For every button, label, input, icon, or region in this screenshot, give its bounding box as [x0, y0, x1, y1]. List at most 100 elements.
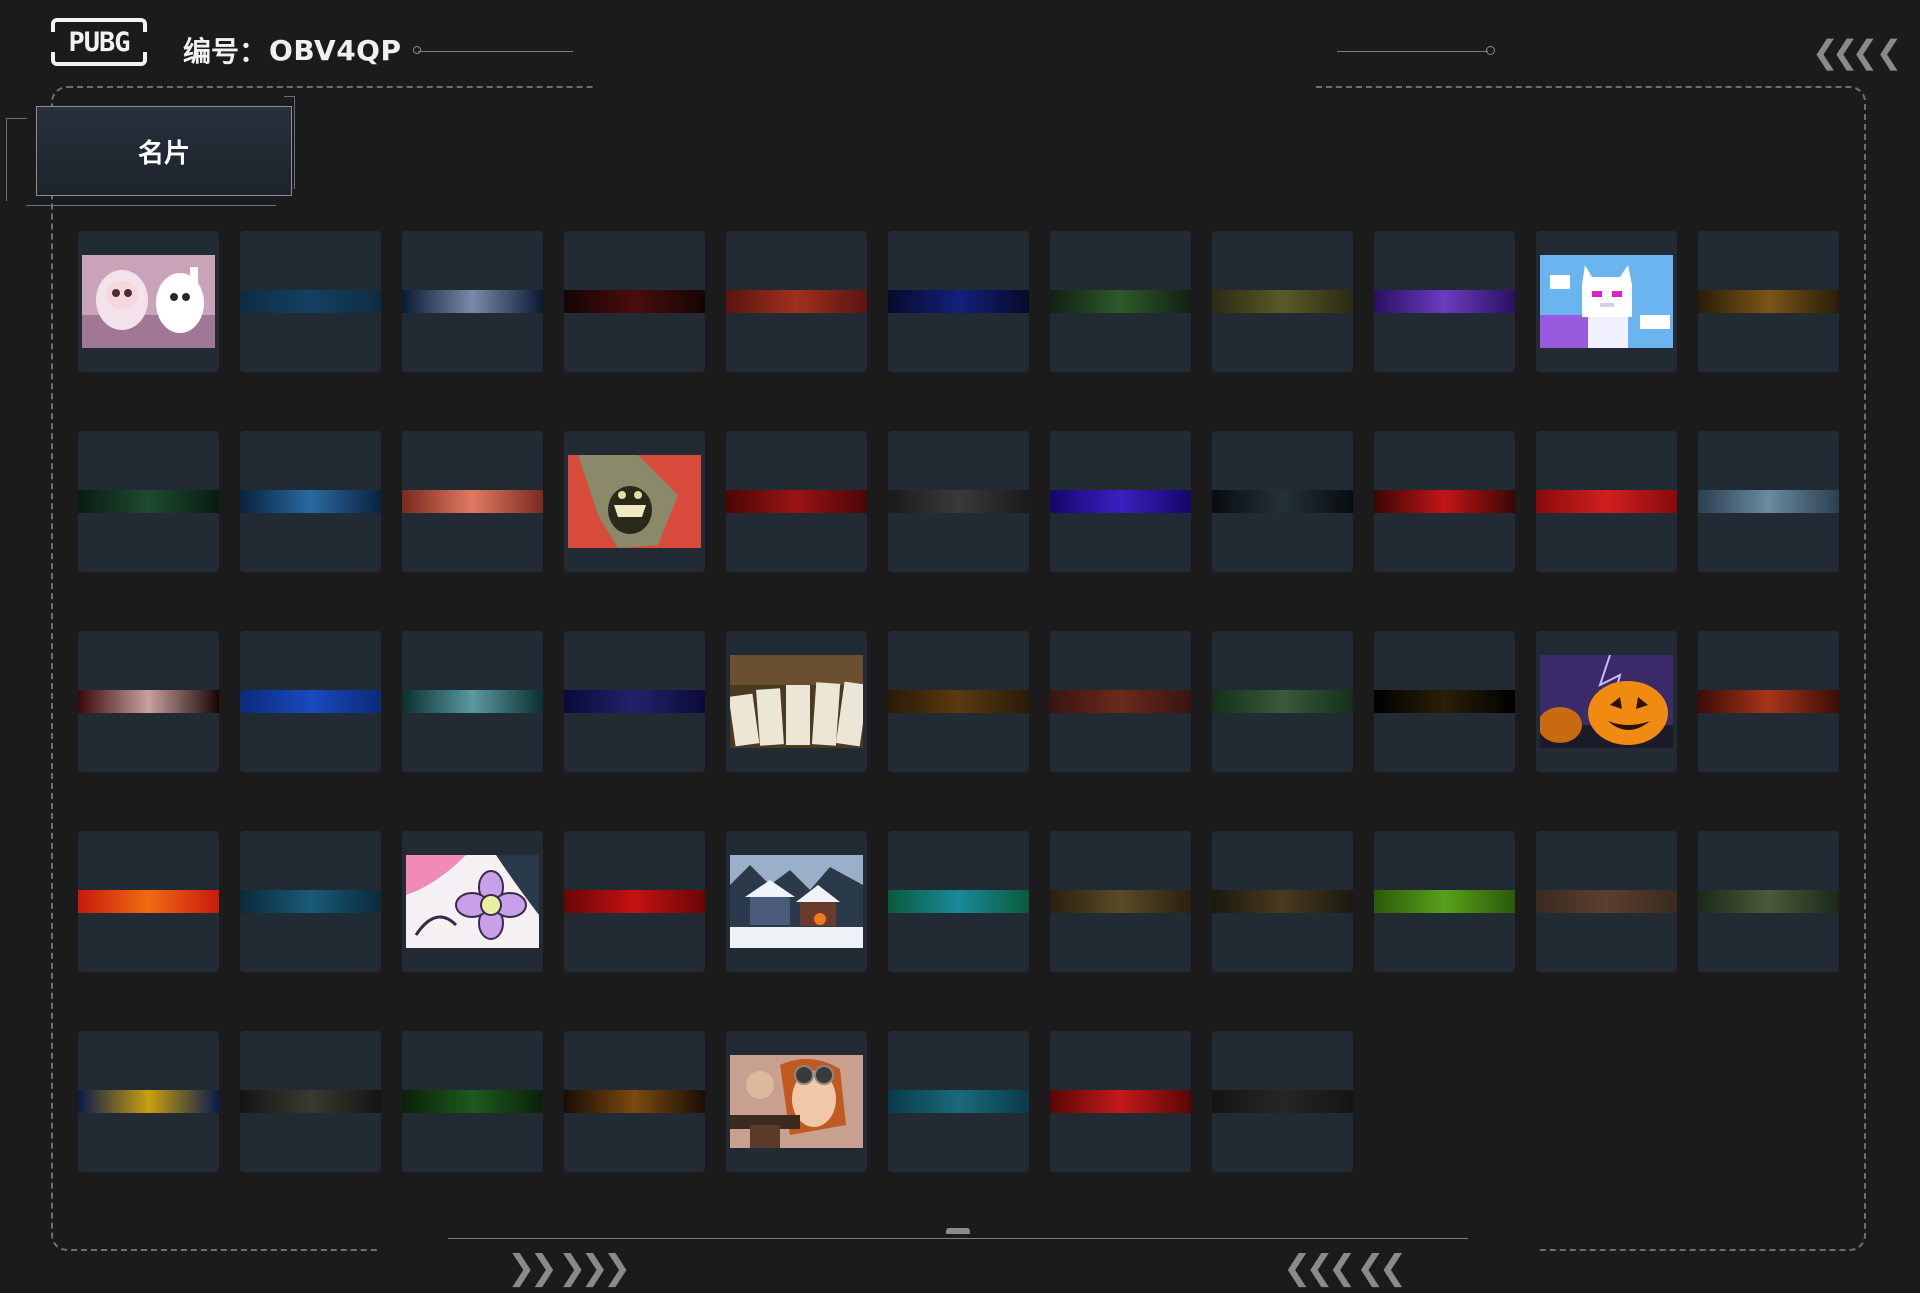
- name-card-item[interactable]: [564, 1031, 705, 1172]
- name-card-item[interactable]: [726, 1031, 867, 1172]
- card-banner-strip: [564, 690, 705, 713]
- card-banner-strip: [240, 690, 381, 713]
- card-banner-strip: [1374, 690, 1515, 713]
- name-card-item[interactable]: [1536, 831, 1677, 972]
- card-banner-strip: [726, 290, 867, 313]
- card-banner-strip: [1374, 490, 1515, 513]
- card-banner-strip: [1050, 890, 1191, 913]
- card-banner-strip: [1050, 290, 1191, 313]
- name-card-item[interactable]: [564, 631, 705, 772]
- card-banner-strip: [564, 890, 705, 913]
- name-card-item[interactable]: [1698, 431, 1839, 572]
- card-banner-strip: [1050, 690, 1191, 713]
- name-card-item[interactable]: [726, 231, 867, 372]
- name-card-item[interactable]: [1212, 631, 1353, 772]
- card-banner-strip: [564, 290, 705, 313]
- card-artwork-snow: [730, 855, 863, 948]
- name-card-item[interactable]: [402, 831, 543, 972]
- name-card-item[interactable]: [402, 431, 543, 572]
- card-banner-strip: [888, 1090, 1029, 1113]
- chevron-left-icon[interactable]: ❮❮❮ ❮❮: [1283, 1248, 1407, 1288]
- card-banner-strip: [402, 290, 543, 313]
- name-card-item[interactable]: [1050, 831, 1191, 972]
- name-card-grid: [78, 231, 1839, 1172]
- card-banner-strip: [888, 290, 1029, 313]
- card-artwork-pilot: [730, 1055, 863, 1148]
- card-banner-strip: [1374, 290, 1515, 313]
- name-card-item[interactable]: [888, 631, 1029, 772]
- name-card-item[interactable]: [78, 631, 219, 772]
- card-artwork-flower: [406, 855, 539, 948]
- card-banner-strip: [1536, 490, 1677, 513]
- card-banner-strip: [402, 690, 543, 713]
- name-card-item[interactable]: [402, 1031, 543, 1172]
- name-card-item[interactable]: [240, 231, 381, 372]
- name-card-item[interactable]: [1212, 1031, 1353, 1172]
- name-card-item[interactable]: [1212, 231, 1353, 372]
- tab-name-card[interactable]: 名片: [36, 106, 292, 196]
- name-card-item[interactable]: [888, 1031, 1029, 1172]
- name-card-item[interactable]: [402, 231, 543, 372]
- name-card-item[interactable]: [78, 231, 219, 372]
- name-card-item[interactable]: [1212, 831, 1353, 972]
- name-card-item[interactable]: [1536, 231, 1677, 372]
- card-banner-strip: [1698, 290, 1839, 313]
- name-card-item[interactable]: [726, 831, 867, 972]
- name-card-item[interactable]: [1050, 1031, 1191, 1172]
- card-banner-strip: [78, 690, 219, 713]
- frame-gap-top: [594, 80, 1316, 94]
- name-card-item[interactable]: [402, 631, 543, 772]
- name-card-item[interactable]: [240, 631, 381, 772]
- name-card-item[interactable]: [888, 831, 1029, 972]
- name-card-item[interactable]: [1698, 231, 1839, 372]
- card-banner-strip: [78, 890, 219, 913]
- name-card-item[interactable]: [888, 431, 1029, 572]
- name-card-item[interactable]: [564, 831, 705, 972]
- name-card-item[interactable]: [726, 431, 867, 572]
- tab-decoration: [26, 205, 276, 206]
- header-line-right: [1337, 51, 1488, 52]
- scroll-track[interactable]: [448, 1238, 1468, 1239]
- chevron-left-icon[interactable]: ❮❮❮ ❮: [1812, 32, 1902, 72]
- card-banner-strip: [888, 890, 1029, 913]
- name-card-item[interactable]: [78, 431, 219, 572]
- name-card-item[interactable]: [240, 431, 381, 572]
- card-artwork-cartoon: [82, 255, 215, 348]
- card-banner-strip: [1698, 490, 1839, 513]
- name-card-item[interactable]: [1698, 831, 1839, 972]
- name-card-item[interactable]: [1374, 431, 1515, 572]
- name-card-item[interactable]: [1374, 831, 1515, 972]
- name-card-item[interactable]: [1536, 431, 1677, 572]
- name-card-item[interactable]: [888, 231, 1029, 372]
- name-card-item[interactable]: [1050, 631, 1191, 772]
- card-banner-strip: [240, 1090, 381, 1113]
- name-card-item[interactable]: [240, 831, 381, 972]
- card-banner-strip: [1050, 1090, 1191, 1113]
- chevron-right-icon[interactable]: ❯❯ ❯❯❯: [507, 1248, 631, 1288]
- card-artwork-pixelcat: [1540, 255, 1673, 348]
- pubg-logo: PUBG: [50, 18, 148, 66]
- name-card-item[interactable]: [564, 231, 705, 372]
- card-banner-strip: [78, 490, 219, 513]
- name-card-item[interactable]: [726, 631, 867, 772]
- card-banner-strip: [888, 690, 1029, 713]
- name-card-item[interactable]: [1374, 231, 1515, 372]
- name-card-item[interactable]: [564, 431, 705, 572]
- name-card-item[interactable]: [1698, 631, 1839, 772]
- card-banner-strip: [1212, 690, 1353, 713]
- player-id-label: 编号：: [183, 35, 268, 68]
- scroll-thumb[interactable]: [946, 1228, 970, 1234]
- tab-name-card-label: 名片: [137, 138, 190, 169]
- card-banner-strip: [1212, 290, 1353, 313]
- tab-decoration: [6, 118, 27, 201]
- name-card-item[interactable]: [1050, 431, 1191, 572]
- name-card-item[interactable]: [78, 1031, 219, 1172]
- name-card-item[interactable]: [1536, 631, 1677, 772]
- name-card-item[interactable]: [78, 831, 219, 972]
- name-card-item[interactable]: [240, 1031, 381, 1172]
- card-banner-strip: [1536, 890, 1677, 913]
- card-banner-strip: [240, 290, 381, 313]
- name-card-item[interactable]: [1212, 431, 1353, 572]
- name-card-item[interactable]: [1374, 631, 1515, 772]
- name-card-item[interactable]: [1050, 231, 1191, 372]
